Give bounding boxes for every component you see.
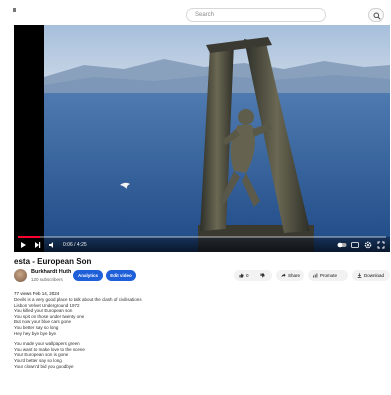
download-button[interactable]: Download	[352, 270, 390, 281]
description-line: Your clown'd bid you goodbye	[14, 363, 74, 369]
description-lines-2: You made your wallpapers green You want t…	[14, 341, 374, 369]
search-input[interactable]: Search	[186, 8, 326, 22]
menu-icon[interactable]	[13, 8, 16, 12]
progress-bar[interactable]	[18, 236, 386, 238]
settings-icon[interactable]	[364, 241, 372, 249]
download-icon	[357, 273, 362, 278]
download-label: Download	[364, 273, 385, 278]
description-lines: Devils is a very good place to talk abou…	[14, 297, 374, 336]
timecode: 0:06 / 4:25	[63, 242, 87, 248]
volume-icon[interactable]	[48, 241, 56, 249]
edit-video-button[interactable]: Edit video	[106, 270, 136, 281]
promote-icon	[313, 273, 318, 278]
video-frame	[14, 25, 390, 252]
captions-icon[interactable]	[351, 241, 359, 249]
search-icon	[373, 12, 381, 20]
fullscreen-icon[interactable]	[377, 241, 385, 249]
subscriber-count: 120 subscribers	[31, 277, 63, 282]
share-label: Share	[288, 273, 301, 278]
channel-name[interactable]: Burkhardt Huth	[31, 269, 71, 276]
share-button[interactable]: Share	[276, 270, 304, 281]
promote-button[interactable]: Promote	[308, 270, 348, 281]
player-controls: 0:06 / 4:25	[14, 235, 390, 252]
search-button[interactable]	[368, 8, 384, 22]
description-box[interactable]: 77 views Feb 14, 2024 Devils is a very g…	[14, 291, 374, 370]
dislike-icon[interactable]	[260, 273, 265, 278]
autoplay-toggle-icon[interactable]	[337, 241, 347, 249]
top-bar: Search	[0, 0, 391, 24]
like-dislike-group: 0	[234, 270, 272, 281]
analytics-button[interactable]: Analytics	[73, 270, 103, 281]
search-placeholder: Search	[195, 12, 215, 18]
progress-played	[18, 236, 41, 238]
share-icon	[281, 273, 286, 278]
video-title: esta - European Son	[14, 257, 92, 266]
play-icon[interactable]	[20, 241, 27, 249]
video-player[interactable]: 0:06 / 4:25	[14, 25, 390, 252]
like-icon[interactable]	[239, 273, 244, 278]
promote-label: Promote	[320, 273, 338, 278]
next-icon[interactable]	[34, 241, 41, 249]
like-count: 0	[246, 273, 249, 278]
channel-avatar[interactable]	[14, 269, 27, 282]
